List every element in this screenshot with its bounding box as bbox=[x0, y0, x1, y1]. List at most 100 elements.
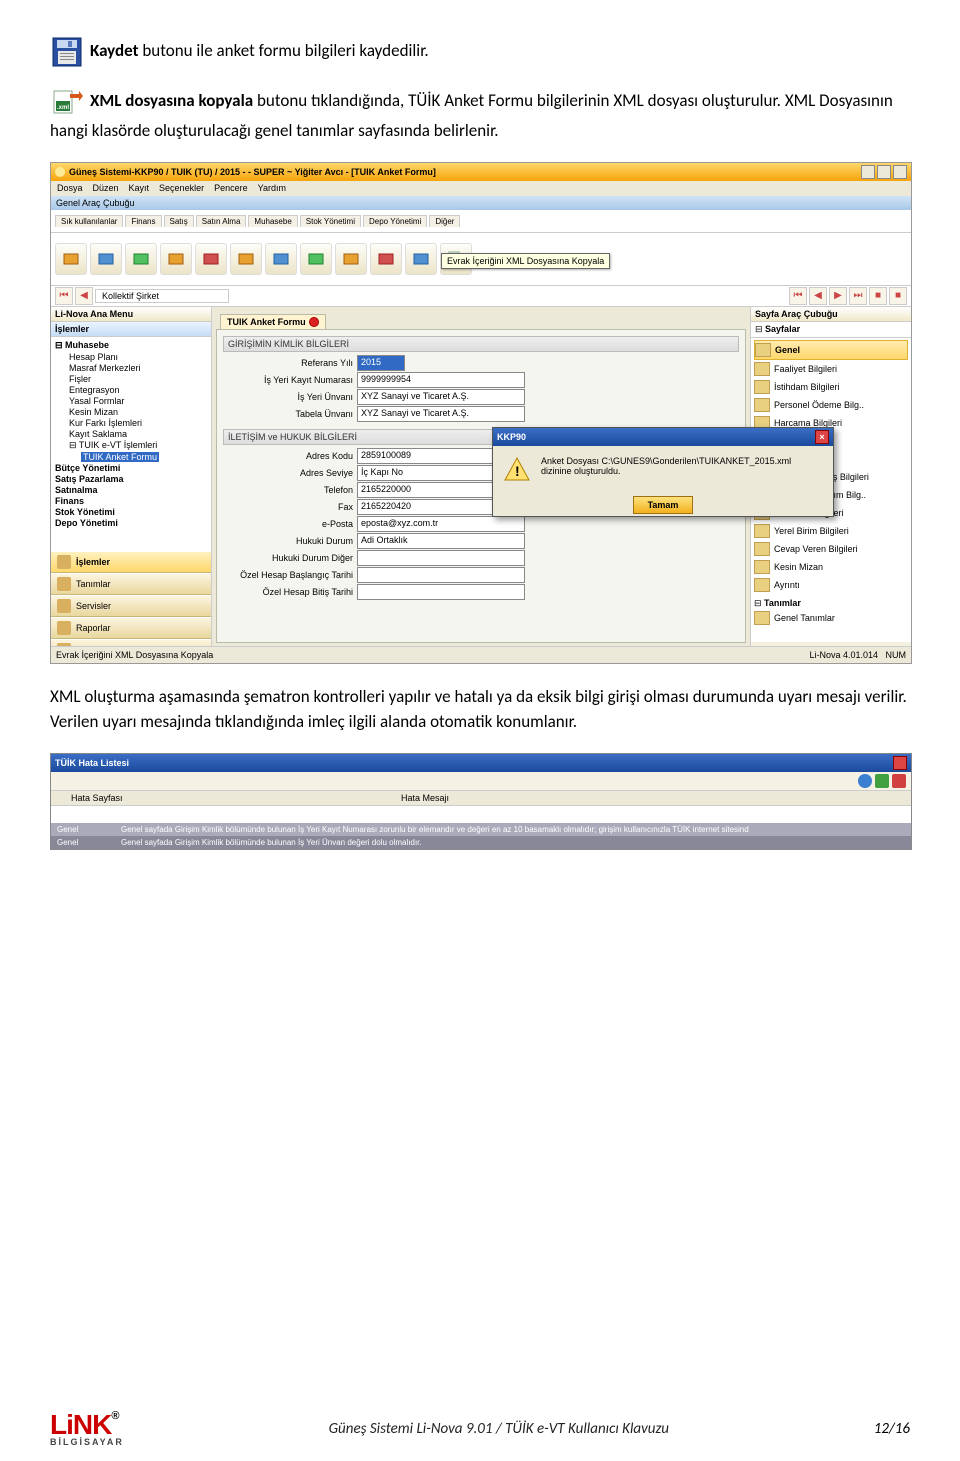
form-tab[interactable]: TUIK Anket Formu bbox=[220, 314, 326, 329]
tree-node[interactable]: Fişler bbox=[55, 374, 207, 384]
paragraph-schematron: XML oluşturma aşamasında şematron kontro… bbox=[50, 684, 910, 735]
minimize-button[interactable] bbox=[861, 165, 875, 179]
page-item[interactable]: Kesin Mizan bbox=[754, 558, 908, 576]
nav-company-label: Kollektif Şirket bbox=[95, 289, 229, 303]
ozel-baslangic-input[interactable] bbox=[357, 567, 525, 583]
menu-item[interactable]: Düzen bbox=[93, 183, 119, 193]
page-number: 12/16 bbox=[874, 1420, 910, 1438]
toolbar-icon[interactable] bbox=[230, 243, 262, 275]
menu-item[interactable]: Seçenekler bbox=[159, 183, 204, 193]
nav-tab[interactable]: Diğer bbox=[429, 215, 460, 227]
left-panel-title: Li-Nova Ana Menu bbox=[51, 307, 211, 322]
toolbar-icon[interactable] bbox=[195, 243, 227, 275]
tree-root[interactable]: Muhasebe bbox=[65, 340, 109, 350]
menu-item[interactable]: Pencere bbox=[214, 183, 248, 193]
referans-yili-input[interactable]: 2015 bbox=[357, 355, 405, 371]
tree-sibling[interactable]: Satış Pazarlama bbox=[55, 474, 207, 484]
toolbar-icon[interactable] bbox=[405, 243, 437, 275]
error-row[interactable]: GenelGenel sayfada Girişim Kimlik bölümü… bbox=[51, 836, 911, 849]
nav-tab[interactable]: Satış bbox=[164, 215, 194, 227]
page-item[interactable]: Ayrıntı bbox=[754, 576, 908, 594]
toolbar-icon[interactable] bbox=[335, 243, 367, 275]
hukuki-input[interactable]: Adi Ortaklık bbox=[357, 533, 525, 549]
nav-first-button[interactable]: ⏮ bbox=[55, 287, 73, 305]
tree-sibling[interactable]: Depo Yönetimi bbox=[55, 518, 207, 528]
nav-tab[interactable]: Satın Alma bbox=[196, 215, 247, 227]
close-button[interactable] bbox=[893, 165, 907, 179]
page-item[interactable]: İstihdam Bilgileri bbox=[754, 378, 908, 396]
section-tanimlar[interactable]: Tanımlar bbox=[51, 573, 211, 595]
nav-tab[interactable]: Muhasebe bbox=[248, 215, 297, 227]
screenshot-app: Güneş Sistemi-KKP90 / TUIK (TU) / 2015 -… bbox=[50, 162, 912, 664]
eposta-input[interactable]: eposta@xyz.com.tr bbox=[357, 516, 525, 532]
ok-button[interactable]: Tamam bbox=[633, 496, 694, 514]
toolbar-icon[interactable] bbox=[55, 243, 87, 275]
tree-node[interactable]: Yasal Formlar bbox=[55, 396, 207, 406]
nav-button[interactable]: ◀ bbox=[809, 287, 827, 305]
toolbar-icon[interactable] bbox=[160, 243, 192, 275]
error-row[interactable]: GenelGenel sayfada Girişim Kimlik bölümü… bbox=[51, 823, 911, 836]
field-label: İş Yeri Ünvanı bbox=[223, 392, 357, 402]
section-raporlar[interactable]: Raporlar bbox=[51, 617, 211, 639]
tree-node[interactable]: Masraf Merkezleri bbox=[55, 363, 207, 373]
ozel-bitis-input[interactable] bbox=[357, 584, 525, 600]
tree-node[interactable]: Hesap Planı bbox=[55, 352, 207, 362]
tree-sibling[interactable]: Stok Yönetimi bbox=[55, 507, 207, 517]
toolbar-icon[interactable] bbox=[265, 243, 297, 275]
section-servisler[interactable]: Servisler bbox=[51, 595, 211, 617]
close-tab-icon[interactable] bbox=[309, 317, 319, 327]
page-item[interactable]: Faaliyet Bilgileri bbox=[754, 360, 908, 378]
unvan-input[interactable]: XYZ Sanayi ve Ticaret A.Ş. bbox=[357, 389, 525, 405]
nav-button[interactable]: ■ bbox=[889, 287, 907, 305]
nav-prev-button[interactable]: ◀ bbox=[75, 287, 93, 305]
tree-node[interactable]: Entegrasyon bbox=[55, 385, 207, 395]
section-islemler[interactable]: İşlemler bbox=[51, 551, 211, 573]
menu-item[interactable]: Yardım bbox=[258, 183, 286, 193]
nav-button[interactable]: ▶ bbox=[829, 287, 847, 305]
dialog-title: KKP90 bbox=[497, 432, 526, 442]
nav-button[interactable]: ⏭ bbox=[849, 287, 867, 305]
info-icon[interactable] bbox=[858, 774, 872, 788]
menubar: Dosya Düzen Kayıt Seçenekler Pencere Yar… bbox=[51, 181, 911, 196]
page-item-genel[interactable]: Genel bbox=[754, 340, 908, 360]
toolbar-icon[interactable] bbox=[90, 243, 122, 275]
tree-node[interactable]: Kayıt Saklama bbox=[55, 429, 207, 439]
tree-node[interactable]: TUIK e-VT İşlemleri bbox=[79, 440, 157, 450]
menu-item[interactable]: Dosya bbox=[57, 183, 83, 193]
tanimlar-header: Tanımlar bbox=[764, 598, 801, 608]
tree-node[interactable]: Kur Farkı İşlemleri bbox=[55, 418, 207, 428]
xml-export-icon: .xml bbox=[50, 86, 84, 118]
page-item[interactable]: Personel Ödeme Bilg.. bbox=[754, 396, 908, 414]
tree-node-selected[interactable]: TUIK Anket Formu bbox=[81, 452, 159, 462]
error-window-title: TÜİK Hata Listesi bbox=[55, 758, 129, 768]
field-label: Referans Yılı bbox=[223, 358, 357, 368]
toolbar-icon[interactable] bbox=[370, 243, 402, 275]
menu-item[interactable]: Kayıt bbox=[129, 183, 150, 193]
tree-sibling[interactable]: Bütçe Yönetimi bbox=[55, 463, 207, 473]
nav-button[interactable]: ⏮ bbox=[789, 287, 807, 305]
page-item[interactable]: Genel Tanımlar bbox=[754, 609, 908, 627]
toolbar-icon[interactable] bbox=[300, 243, 332, 275]
page-item[interactable]: Yerel Birim Bilgileri bbox=[754, 522, 908, 540]
tree-node[interactable]: Kesin Mizan bbox=[55, 407, 207, 417]
dialog-close-button[interactable]: × bbox=[815, 430, 829, 444]
nav-tab[interactable]: Finans bbox=[125, 215, 161, 227]
maximize-button[interactable] bbox=[877, 165, 891, 179]
page-item[interactable]: Cevap Veren Bilgileri bbox=[754, 540, 908, 558]
ok-icon[interactable] bbox=[875, 774, 889, 788]
hukuki-diger-input[interactable] bbox=[357, 550, 525, 566]
pages-header: Sayfalar bbox=[765, 324, 800, 334]
nav-button[interactable]: ■ bbox=[869, 287, 887, 305]
nav-tab[interactable]: Depo Yönetimi bbox=[363, 215, 427, 227]
nav-tab[interactable]: Stok Yönetimi bbox=[300, 215, 361, 227]
nav-tab[interactable]: Sık kullanılanlar bbox=[55, 215, 123, 227]
tree-sibling[interactable]: Satınalma bbox=[55, 485, 207, 495]
toolbar-icon[interactable] bbox=[125, 243, 157, 275]
error-close-button[interactable] bbox=[893, 756, 907, 770]
tabela-input[interactable]: XYZ Sanayi ve Ticaret A.Ş. bbox=[357, 406, 525, 422]
cancel-icon[interactable] bbox=[892, 774, 906, 788]
toolbar-label: Genel Araç Çubuğu bbox=[51, 196, 911, 210]
tree-sibling[interactable]: Finans bbox=[55, 496, 207, 506]
kayit-no-input[interactable]: 9999999954 bbox=[357, 372, 525, 388]
paragraph-xml: .xml XML dosyasına kopyala butonu tıklan… bbox=[50, 86, 910, 144]
